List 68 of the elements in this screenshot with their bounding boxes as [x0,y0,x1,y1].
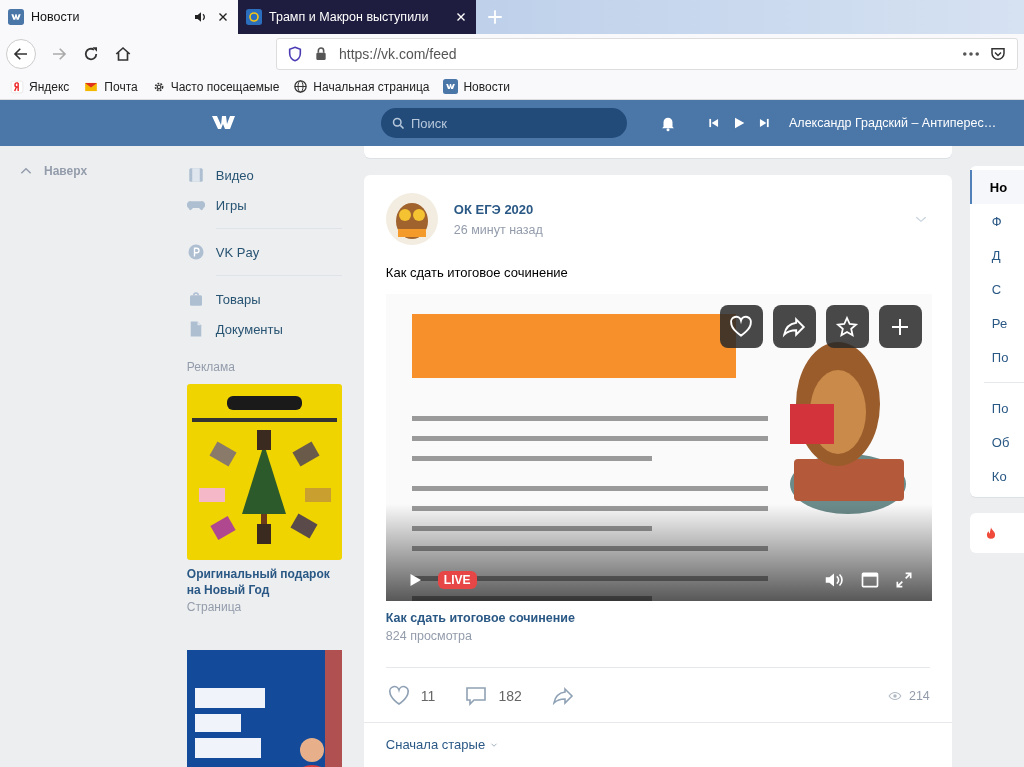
video-views: 824 просмотра [384,628,473,643]
author-link[interactable]: ОК ЕГЭ 2020 [453,201,534,217]
star-icon [835,314,860,339]
nav-item[interactable]: Но [969,170,1024,204]
previous-button[interactable] [707,116,721,130]
next-icon [757,116,771,130]
home-icon [114,45,132,63]
nav-item[interactable]: По [969,340,1024,374]
plus-icon [486,8,504,26]
reload-icon [82,45,100,63]
pocket-icon [989,45,1007,63]
bookmark-link[interactable]: Яндекс [10,79,70,94]
nav-item[interactable]: Ре [969,306,1024,340]
ad-title-link[interactable]: Оригинальный подарок на Новый Год [186,566,342,598]
nav-item[interactable]: Д [969,238,1024,272]
menu-item[interactable]: VK Pay [186,237,342,267]
menu-item[interactable]: Игры [186,190,342,220]
add-button[interactable] [878,305,922,348]
nav-item[interactable]: Об [969,425,1024,459]
bookmark-link[interactable]: Почта [83,79,138,94]
post-time: 26 минут назад [453,222,544,237]
bookmark-link[interactable]: Начальная страница [293,79,430,94]
ya-icon [10,79,24,94]
lock-icon [313,46,329,62]
sort-dropdown[interactable]: Сначала старые [385,737,500,752]
browser-tab[interactable]: Трамп и Макрон выступили [238,0,476,34]
search-field[interactable]: Поиск [381,108,627,138]
miniplayer-button[interactable] [859,570,880,590]
globe-icon [293,79,309,94]
comment-button[interactable]: 182 [463,684,522,708]
menu-item[interactable]: Видео [186,160,342,190]
browser-tab[interactable]: Новости [0,0,238,34]
nav-item[interactable]: Ф [969,204,1024,238]
home-button[interactable] [114,45,132,63]
bookmark-button[interactable] [825,305,869,348]
vk-logo-icon [8,9,24,25]
track-title[interactable]: Александр Градский – Антиперес… [789,116,997,130]
nav-item[interactable]: Ко [969,459,1024,493]
bookmark-link[interactable]: Новости [443,79,510,94]
arrow-right-icon [50,45,68,63]
ad-caption: Страница [186,600,243,614]
back-button[interactable] [6,39,36,69]
window-icon [859,570,880,590]
video-title-link[interactable]: Как сдать итоговое сочинение [363,601,952,625]
eye-icon [886,689,903,703]
like-button[interactable] [719,305,763,348]
previous-icon [707,116,721,130]
nav-item[interactable]: По [969,391,1024,425]
bookmark-link[interactable]: Часто посещаемые [151,79,280,94]
reload-button[interactable] [82,45,100,63]
ad-label: Реклама [186,360,236,374]
live-badge: LIVE [437,571,477,589]
menu-item[interactable]: Документы [186,314,342,344]
coin-icon [186,243,205,261]
nav-item[interactable]: С [969,272,1024,306]
like-button[interactable]: 11 [385,684,436,708]
film-icon [186,166,205,184]
address-bar[interactable]: https://vk.com/feed [276,38,1018,70]
vk-logo-icon [443,79,459,94]
next-button[interactable] [757,116,771,130]
search-icon [391,116,406,131]
view-count: 214 [908,689,930,703]
share-button[interactable] [772,305,816,348]
post-text: Как сдать итоговое сочинение [384,264,569,282]
arrow-left-icon [12,45,30,63]
shield-icon [287,46,303,62]
menu-item[interactable]: Товары [186,284,342,314]
more-icon [963,52,979,56]
